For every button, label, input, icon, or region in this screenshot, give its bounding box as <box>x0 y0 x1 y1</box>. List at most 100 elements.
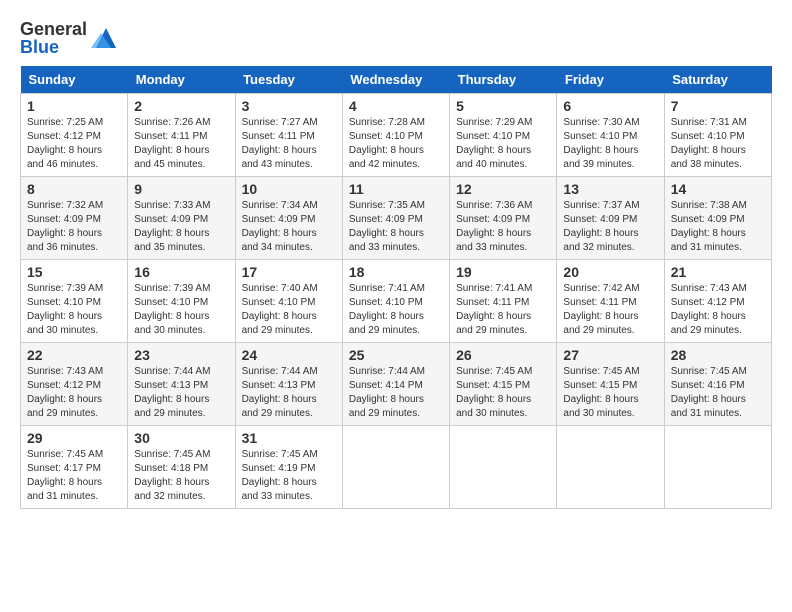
day-number: 12 <box>456 181 550 197</box>
day-info: Sunrise: 7:45 AMSunset: 4:15 PMDaylight:… <box>456 365 550 421</box>
logo-general: General <box>20 20 87 38</box>
calendar-cell: 23Sunrise: 7:44 AMSunset: 4:13 PMDayligh… <box>128 343 235 426</box>
calendar-cell: 15 Sunrise: 7:39 AMSunset: 4:10 PMDayligh… <box>21 260 128 343</box>
calendar-cell: 22 Sunrise: 7:43 AMSunset: 4:12 PMDayligh… <box>21 343 128 426</box>
calendar-cell: 8 Sunrise: 7:32 AMSunset: 4:09 PMDaylight… <box>21 177 128 260</box>
day-info: Sunrise: 7:36 AMSunset: 4:09 PMDaylight:… <box>456 199 550 255</box>
calendar-cell <box>342 426 449 509</box>
calendar-cell: 1Sunrise: 7:25 AMSunset: 4:12 PMDaylight… <box>21 94 128 177</box>
day-number: 16 <box>134 264 228 280</box>
calendar-cell: 10 Sunrise: 7:34 AMSunset: 4:09 PMDayligh… <box>235 177 342 260</box>
calendar-cell: 18Sunrise: 7:41 AMSunset: 4:10 PMDayligh… <box>342 260 449 343</box>
day-number: 23 <box>134 347 228 363</box>
day-info: Sunrise: 7:27 AMSunset: 4:11 PMDaylight:… <box>242 116 336 172</box>
day-info: Sunrise: 7:34 AMSunset: 4:09 PMDaylight:… <box>242 199 336 255</box>
day-info: Sunrise: 7:25 AMSunset: 4:12 PMDaylight:… <box>27 116 121 172</box>
week-row-2: 8 Sunrise: 7:32 AMSunset: 4:09 PMDaylight… <box>21 177 772 260</box>
day-number: 3 <box>242 98 336 114</box>
calendar-cell: 24 Sunrise: 7:44 AMSunset: 4:13 PMDayligh… <box>235 343 342 426</box>
day-info: Sunrise: 7:28 AMSunset: 4:10 PMDaylight:… <box>349 116 443 172</box>
week-row-3: 15 Sunrise: 7:39 AMSunset: 4:10 PMDayligh… <box>21 260 772 343</box>
calendar-cell: 27 Sunrise: 7:45 AMSunset: 4:15 PMDayligh… <box>557 343 664 426</box>
header-row: SundayMondayTuesdayWednesdayThursdayFrid… <box>21 66 772 94</box>
day-number: 24 <box>242 347 336 363</box>
day-info: Sunrise: 7:45 AMSunset: 4:19 PMDaylight:… <box>242 448 336 504</box>
calendar-cell <box>664 426 771 509</box>
day-number: 27 <box>563 347 657 363</box>
day-number: 31 <box>242 430 336 446</box>
calendar-cell: 21Sunrise: 7:43 AMSunset: 4:12 PMDayligh… <box>664 260 771 343</box>
day-number: 22 <box>27 347 121 363</box>
day-number: 4 <box>349 98 443 114</box>
day-number: 8 <box>27 181 121 197</box>
calendar-cell: 19 Sunrise: 7:41 AMSunset: 4:11 PMDayligh… <box>450 260 557 343</box>
day-info: Sunrise: 7:41 AMSunset: 4:11 PMDaylight:… <box>456 282 550 338</box>
day-info: Sunrise: 7:38 AMSunset: 4:09 PMDaylight:… <box>671 199 765 255</box>
day-number: 10 <box>242 181 336 197</box>
week-row-1: 1Sunrise: 7:25 AMSunset: 4:12 PMDaylight… <box>21 94 772 177</box>
header-saturday: Saturday <box>664 66 771 94</box>
day-info: Sunrise: 7:45 AMSunset: 4:16 PMDaylight:… <box>671 365 765 421</box>
header-thursday: Thursday <box>450 66 557 94</box>
header-sunday: Sunday <box>21 66 128 94</box>
day-number: 9 <box>134 181 228 197</box>
day-number: 21 <box>671 264 765 280</box>
header-wednesday: Wednesday <box>342 66 449 94</box>
day-info: Sunrise: 7:39 AMSunset: 4:10 PMDaylight:… <box>27 282 121 338</box>
logo-icon <box>91 23 121 53</box>
calendar-cell: 31 Sunrise: 7:45 AMSunset: 4:19 PMDayligh… <box>235 426 342 509</box>
day-info: Sunrise: 7:32 AMSunset: 4:09 PMDaylight:… <box>27 199 121 255</box>
week-row-4: 22 Sunrise: 7:43 AMSunset: 4:12 PMDayligh… <box>21 343 772 426</box>
calendar-cell: 29 Sunrise: 7:45 AMSunset: 4:17 PMDayligh… <box>21 426 128 509</box>
calendar-cell: 16 Sunrise: 7:39 AMSunset: 4:10 PMDayligh… <box>128 260 235 343</box>
week-row-5: 29 Sunrise: 7:45 AMSunset: 4:17 PMDayligh… <box>21 426 772 509</box>
day-info: Sunrise: 7:30 AMSunset: 4:10 PMDaylight:… <box>563 116 657 172</box>
day-info: Sunrise: 7:26 AMSunset: 4:11 PMDaylight:… <box>134 116 228 172</box>
day-info: Sunrise: 7:29 AMSunset: 4:10 PMDaylight:… <box>456 116 550 172</box>
calendar-cell <box>557 426 664 509</box>
calendar-cell: 11 Sunrise: 7:35 AMSunset: 4:09 PMDayligh… <box>342 177 449 260</box>
header-friday: Friday <box>557 66 664 94</box>
header-tuesday: Tuesday <box>235 66 342 94</box>
day-number: 11 <box>349 181 443 197</box>
day-info: Sunrise: 7:40 AMSunset: 4:10 PMDaylight:… <box>242 282 336 338</box>
day-number: 19 <box>456 264 550 280</box>
day-number: 29 <box>27 430 121 446</box>
day-number: 2 <box>134 98 228 114</box>
calendar-cell: 17 Sunrise: 7:40 AMSunset: 4:10 PMDayligh… <box>235 260 342 343</box>
day-number: 13 <box>563 181 657 197</box>
page-header: General Blue <box>20 20 772 56</box>
day-number: 14 <box>671 181 765 197</box>
day-number: 17 <box>242 264 336 280</box>
day-number: 15 <box>27 264 121 280</box>
calendar-cell: 9 Sunrise: 7:33 AMSunset: 4:09 PMDaylight… <box>128 177 235 260</box>
day-info: Sunrise: 7:44 AMSunset: 4:13 PMDaylight:… <box>242 365 336 421</box>
day-number: 7 <box>671 98 765 114</box>
calendar-cell: 5Sunrise: 7:29 AMSunset: 4:10 PMDaylight… <box>450 94 557 177</box>
calendar-cell: 25 Sunrise: 7:44 AMSunset: 4:14 PMDayligh… <box>342 343 449 426</box>
calendar-cell: 26Sunrise: 7:45 AMSunset: 4:15 PMDayligh… <box>450 343 557 426</box>
day-info: Sunrise: 7:43 AMSunset: 4:12 PMDaylight:… <box>27 365 121 421</box>
calendar-cell: 28 Sunrise: 7:45 AMSunset: 4:16 PMDayligh… <box>664 343 771 426</box>
day-info: Sunrise: 7:45 AMSunset: 4:18 PMDaylight:… <box>134 448 228 504</box>
day-info: Sunrise: 7:33 AMSunset: 4:09 PMDaylight:… <box>134 199 228 255</box>
day-number: 6 <box>563 98 657 114</box>
day-info: Sunrise: 7:35 AMSunset: 4:09 PMDaylight:… <box>349 199 443 255</box>
day-info: Sunrise: 7:37 AMSunset: 4:09 PMDaylight:… <box>563 199 657 255</box>
calendar-table: SundayMondayTuesdayWednesdayThursdayFrid… <box>20 66 772 509</box>
day-info: Sunrise: 7:45 AMSunset: 4:15 PMDaylight:… <box>563 365 657 421</box>
calendar-cell: 30 Sunrise: 7:45 AMSunset: 4:18 PMDayligh… <box>128 426 235 509</box>
day-info: Sunrise: 7:41 AMSunset: 4:10 PMDaylight:… <box>349 282 443 338</box>
day-info: Sunrise: 7:44 AMSunset: 4:14 PMDaylight:… <box>349 365 443 421</box>
calendar-cell: 13 Sunrise: 7:37 AMSunset: 4:09 PMDayligh… <box>557 177 664 260</box>
calendar-cell: 20Sunrise: 7:42 AMSunset: 4:11 PMDayligh… <box>557 260 664 343</box>
calendar-cell: 12 Sunrise: 7:36 AMSunset: 4:09 PMDayligh… <box>450 177 557 260</box>
day-number: 25 <box>349 347 443 363</box>
day-number: 28 <box>671 347 765 363</box>
day-info: Sunrise: 7:45 AMSunset: 4:17 PMDaylight:… <box>27 448 121 504</box>
logo: General Blue <box>20 20 121 56</box>
day-number: 30 <box>134 430 228 446</box>
day-info: Sunrise: 7:39 AMSunset: 4:10 PMDaylight:… <box>134 282 228 338</box>
calendar-cell: 7Sunrise: 7:31 AMSunset: 4:10 PMDaylight… <box>664 94 771 177</box>
logo-blue: Blue <box>20 38 87 56</box>
